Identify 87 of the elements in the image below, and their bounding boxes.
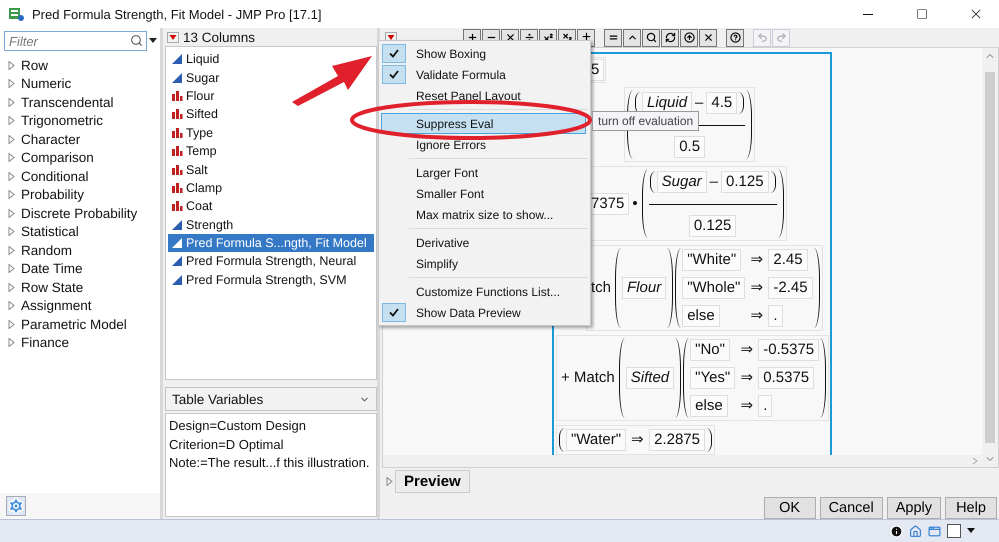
function-category[interactable]: Discrete Probability [21,206,138,221]
menu-item[interactable]: Validate Formula [381,64,586,85]
column-item[interactable]: Clamp [168,178,374,198]
menu-item[interactable]: Larger Font [381,162,586,183]
column-item[interactable]: Liquid [168,50,374,68]
column-item[interactable]: Pred Formula Strength, Neural [168,252,374,271]
menu-item[interactable]: Simplify [381,253,586,274]
column-item[interactable]: Sugar [168,68,374,87]
function-category[interactable]: Parametric Model [21,316,127,332]
formula-term: -0.5375 [758,339,820,361]
menu-item[interactable]: Show Boxing [381,43,586,64]
arrow-operator: ⇒ [630,431,646,449]
dialog-button[interactable]: Cancel [820,497,883,519]
column-item[interactable]: Strength [168,216,374,234]
function-category[interactable]: Row State [21,280,84,295]
function-category[interactable]: Statistical [21,224,79,240]
match-key: else [682,305,720,327]
formula-term: 0.125 [688,215,736,237]
menu-item[interactable]: Customize Functions List... [381,281,586,302]
column-item[interactable]: Temp [168,142,374,160]
arrow-operator: ⇒ [749,279,764,297]
formula-term: -2.45 [768,277,813,299]
columns-header: 13 Columns [183,30,256,44]
column-item[interactable]: Type [168,124,374,142]
function-category[interactable]: Random [21,242,72,258]
operator: – [694,94,704,112]
operator: – [708,173,720,191]
column-item[interactable]: Flour [168,86,374,106]
match-key: "Water" [566,429,626,451]
function-category[interactable]: Trigonometric [21,113,104,128]
formula-term: . [758,395,772,417]
formula-term: 4.5 [706,92,738,114]
preview-toggle[interactable]: Preview [395,470,470,493]
arrow-operator: ⇒ [739,397,754,415]
table-variables-dropdown[interactable]: Table Variables [165,387,377,411]
text-line: Note:=The result...f this illustration. [169,454,371,472]
dialog-button[interactable]: OK [764,497,816,519]
function-category[interactable]: Probability [21,187,84,202]
menu-item[interactable]: Max matrix size to show... [381,204,586,225]
variable-term[interactable]: Sugar [656,171,707,193]
arrow-operator: ⇒ [739,341,754,359]
match-key: "Whole" [682,277,746,299]
menu-item[interactable]: Show Data Preview [381,302,586,323]
function-category[interactable]: Transcendental [21,94,114,110]
match-key: else [690,395,728,417]
function-name: tch [590,279,612,297]
arrow-operator: ⇒ [749,307,764,325]
column-item[interactable]: Salt [168,160,374,179]
menu-item[interactable]: Smaller Font [381,183,586,204]
function-category[interactable]: Comparison [21,150,94,166]
function-category[interactable]: Conditional [21,168,89,184]
function-category[interactable]: Finance [21,335,70,350]
function-category[interactable]: Row [21,58,48,73]
filter-field[interactable]: Filter [4,31,147,51]
column-item[interactable]: Sifted [168,105,374,124]
text-line: Criterion=D Optimal [169,436,285,454]
menu-item[interactable]: Derivative [381,232,586,253]
arrow-operator: ⇒ [739,369,754,387]
menu-item[interactable]: Reset Panel Layout [381,85,586,106]
match-key: "Yes" [690,367,736,389]
dialog-button[interactable]: Help [945,497,997,519]
function-category[interactable]: Assignment [21,298,92,314]
menu-item[interactable]: Suppress Eval [381,113,586,134]
text-line: Design=Custom Design [169,417,307,435]
formula-term: 0.125 [721,171,769,193]
formula-term: 0.5375 [758,367,814,389]
variable-term[interactable]: Sifted [626,367,674,389]
menu-item[interactable]: Ignore Errors [381,134,586,155]
operator: • [631,194,639,212]
column-item[interactable]: Pred Formula Strength, SVM [168,270,374,290]
formula-term: 2.2875 [649,429,705,451]
arrow-operator: ⇒ [749,251,764,269]
function-category[interactable]: Numeric [21,76,72,92]
window-title: Pred Formula Strength, Fit Model - JMP Pro [17.1] [32,6,322,22]
variable-term[interactable]: Flour [622,277,666,299]
match-key: "No" [690,339,730,361]
function-category[interactable]: Character [21,132,80,147]
function-category[interactable]: Date Time [21,261,83,276]
tooltip: turn off evaluation [592,111,700,131]
column-item[interactable]: Coat [168,197,374,216]
column-item[interactable]: Pred Formula S...ngth, Fit Model [168,234,374,252]
function-name: + Match [560,369,616,387]
dialog-button[interactable]: Apply [886,497,941,519]
formula-term: 2.45 [768,249,808,271]
formula-term: 0.5 [674,136,706,158]
formula-term: . [768,305,783,327]
match-key: "White" [682,249,742,271]
